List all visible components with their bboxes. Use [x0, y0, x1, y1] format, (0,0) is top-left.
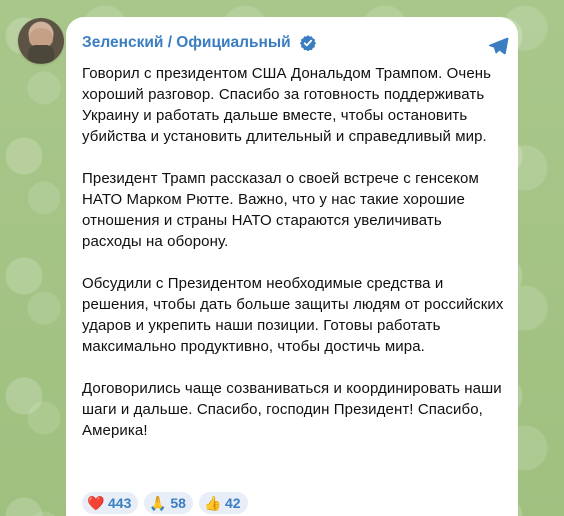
reaction-count-heart: 443	[108, 495, 132, 511]
message-paragraph-3: Обсудили с Президентом необходимые средс…	[82, 275, 504, 355]
thumbs-up-icon: 👍	[203, 495, 222, 511]
channel-name[interactable]: Зеленский / Официальный	[82, 35, 291, 51]
channel-avatar[interactable]	[18, 18, 64, 64]
message-header: Зеленский / Официальный	[82, 31, 504, 55]
chat-background: Зеленский / Официальный Говорил с презид…	[0, 0, 564, 516]
message-paragraph-1: Говорил с президентом США Дональдом Трам…	[82, 65, 492, 145]
avatar-image-label	[18, 18, 19, 19]
message-body: Говорил с президентом США Дональдом Трам…	[82, 63, 504, 441]
reaction-count-pray: 58	[170, 495, 186, 511]
verified-icon	[299, 35, 316, 52]
channel-message: Зеленский / Официальный Говорил с презид…	[66, 17, 518, 516]
heart-icon: ❤️	[87, 495, 105, 511]
message-paragraph-2: Президент Трамп рассказал о своей встреч…	[82, 170, 479, 250]
message-paragraph-4: Договорились чаще созваниваться и коорди…	[82, 380, 502, 439]
praying-hands-icon: 🙏	[149, 495, 167, 511]
reaction-thumbs-up[interactable]: 👍 42	[198, 492, 248, 514]
reaction-count-thumbs-up: 42	[224, 495, 241, 511]
reaction-heart[interactable]: ❤️ 443	[82, 492, 139, 514]
reaction-pray[interactable]: 🙏 58	[144, 492, 193, 514]
message-reactions: ❤️ 443 🙏 58 👍 42	[82, 492, 248, 514]
share-icon[interactable]	[486, 35, 510, 57]
